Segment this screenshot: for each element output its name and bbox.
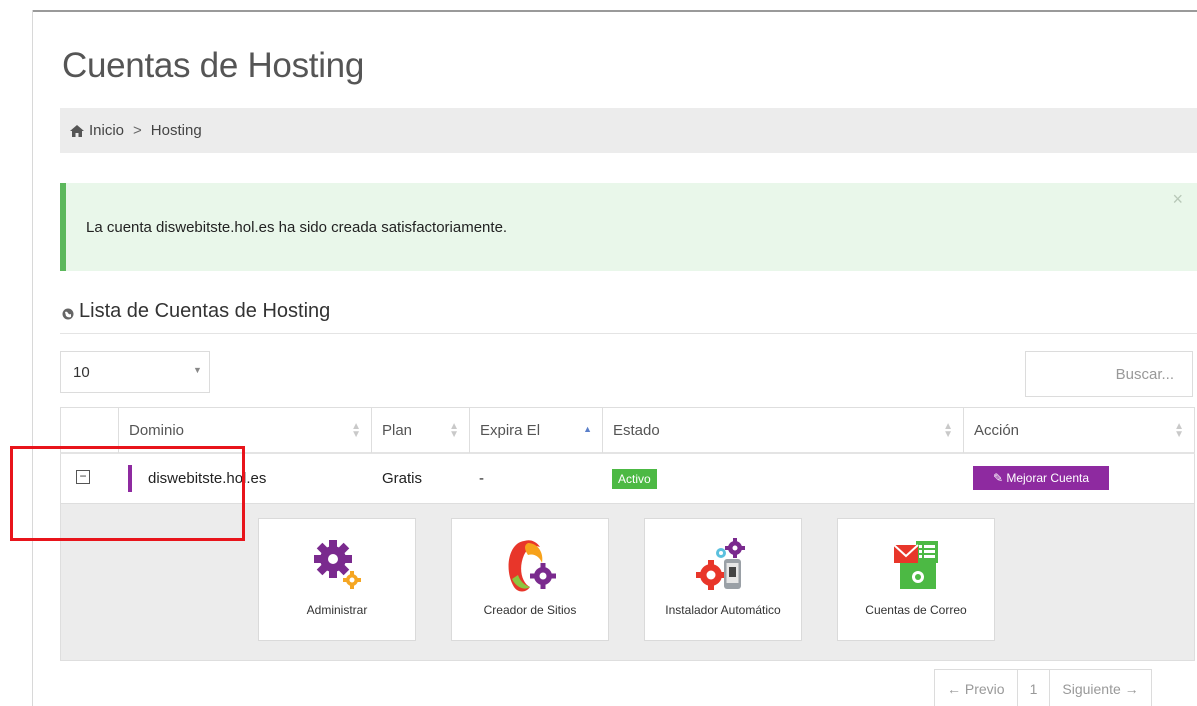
pagination: ← Previo 1 Siguiente →	[934, 669, 1152, 706]
expires-cell: -	[479, 470, 484, 487]
status-badge: Activo	[612, 469, 657, 489]
sort-icon: ▲ ▼	[351, 421, 361, 440]
search-input[interactable]	[1025, 351, 1193, 397]
column-header-expires[interactable]: Expira El ▲	[469, 408, 602, 453]
home-icon	[70, 124, 84, 137]
page-length-value: 10	[73, 364, 90, 381]
tool-label: Administrar	[306, 603, 368, 617]
breadcrumb-separator: >	[133, 122, 142, 139]
column-header-plan[interactable]: Plan ▲ ▼	[371, 408, 469, 453]
edit-icon: ✎	[992, 471, 1007, 485]
column-header-action-label: Acción	[974, 422, 1020, 439]
plan-cell: Gratis	[382, 470, 423, 487]
column-header-domain-label: Dominio	[129, 422, 185, 439]
breadcrumb: Inicio > Hosting	[60, 108, 1197, 153]
window-top-border	[32, 10, 1197, 12]
auto-installer-icon	[696, 538, 745, 590]
alert-message: La cuenta diswebitste.hol.es ha sido cre…	[86, 219, 508, 236]
sort-ascending-icon: ▲	[583, 424, 592, 434]
site-builder-icon	[508, 540, 556, 592]
column-header-status[interactable]: Estado ▲ ▼	[602, 408, 963, 453]
success-alert: La cuenta diswebitste.hol.es ha sido cre…	[60, 183, 1197, 271]
highlight-annotation	[10, 446, 245, 541]
section-title-text: Lista de Cuentas de Hosting	[79, 300, 331, 322]
upgrade-account-button[interactable]: ✎ Mejorar Cuenta	[973, 466, 1109, 490]
sort-icon: ▲ ▼	[943, 421, 953, 440]
section-title: Lista de Cuentas de Hosting	[62, 300, 330, 323]
sort-icon: ▲ ▼	[449, 421, 459, 440]
gears-icon	[314, 540, 361, 589]
tool-label: Instalador Automático	[665, 603, 781, 617]
next-page-button[interactable]: Siguiente →	[1049, 670, 1150, 706]
close-icon[interactable]: ×	[1172, 189, 1183, 210]
section-divider	[60, 333, 1197, 334]
email-accounts-icon	[893, 541, 938, 589]
page-length-select[interactable]: 10 ▼	[60, 351, 210, 393]
column-header-action[interactable]: Acción ▲ ▼	[963, 408, 1194, 453]
tool-cuentas-de-correo[interactable]: Cuentas de Correo	[837, 518, 995, 641]
tool-instalador-automatico[interactable]: Instalador Automático	[644, 518, 802, 641]
page-title: Cuentas de Hosting	[62, 46, 365, 85]
globe-icon	[62, 308, 74, 319]
breadcrumb-current: Hosting	[150, 122, 202, 139]
column-header-plan-label: Plan	[382, 422, 413, 439]
column-header-status-label: Estado	[613, 422, 660, 439]
sort-icon: ▲ ▼	[1174, 421, 1184, 440]
tool-administrar[interactable]: Administrar	[258, 518, 416, 641]
window-left-border	[32, 10, 33, 706]
page-1-button[interactable]: 1	[1016, 670, 1050, 706]
column-header-expires-label: Expira El	[480, 422, 541, 439]
previous-page-button[interactable]: ← Previo	[935, 670, 1017, 706]
tool-label: Creador de Sitios	[483, 603, 577, 617]
breadcrumb-home-link[interactable]: Inicio	[89, 122, 124, 139]
caret-down-icon: ▼	[193, 365, 202, 375]
tool-label: Cuentas de Correo	[865, 603, 967, 617]
tool-creador-de-sitios[interactable]: Creador de Sitios	[451, 518, 609, 641]
upgrade-account-label: Mejorar Cuenta	[1006, 471, 1090, 485]
